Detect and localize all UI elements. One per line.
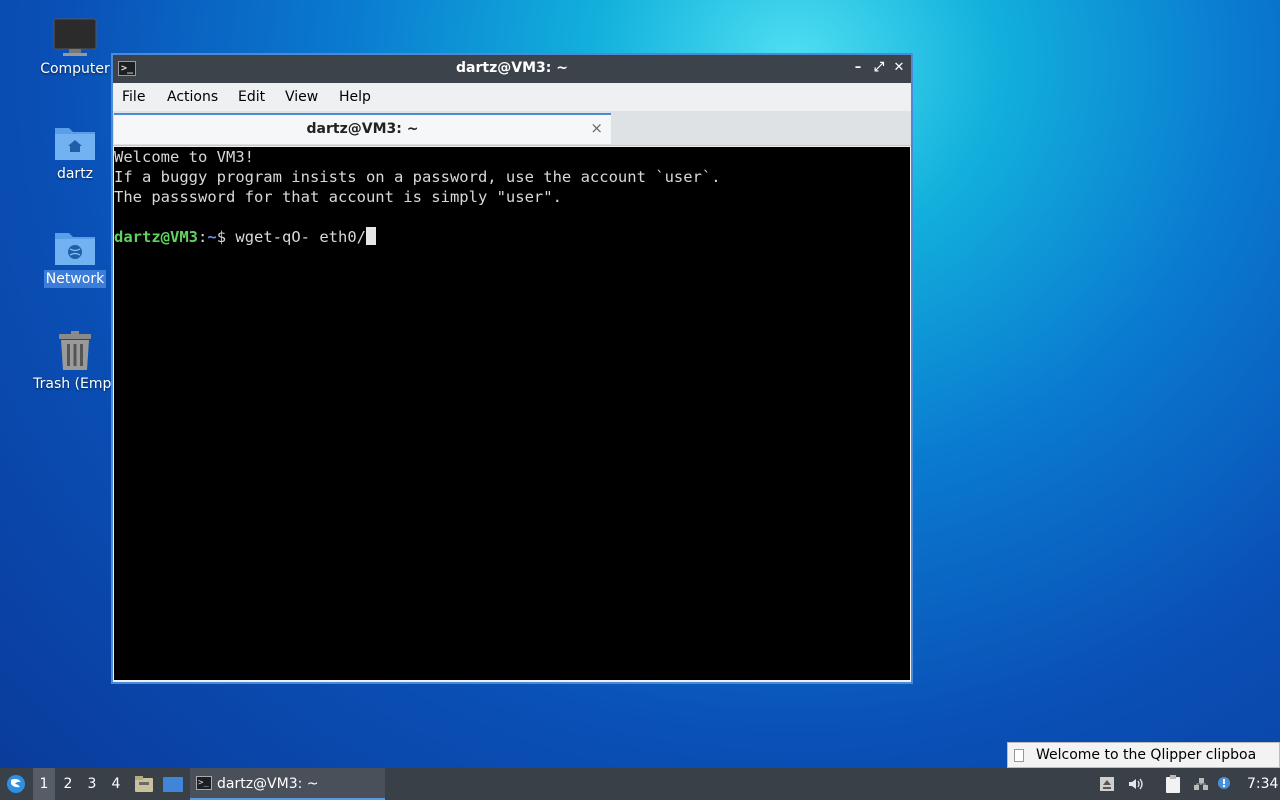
menu-view[interactable]: View — [285, 89, 318, 105]
task-label: dartz@VM3: ~ — [217, 776, 319, 792]
network-tray-icon[interactable] — [1193, 776, 1209, 792]
prompt-symbol: $ — [216, 228, 236, 246]
home-folder-icon — [55, 128, 95, 160]
workspace-3[interactable]: 3 — [81, 768, 103, 800]
terminal-line: The passsword for that account is simply… — [114, 188, 562, 206]
prompt-user: dartz@VM3 — [114, 228, 198, 246]
desktop-icon-computer[interactable]: Computer — [25, 17, 125, 77]
show-desktop-icon[interactable] — [162, 775, 184, 793]
workspace-1[interactable]: 1 — [33, 768, 55, 800]
terminal-output[interactable]: Welcome to VM3! If a buggy program insis… — [114, 147, 910, 680]
menu-help[interactable]: Help — [339, 89, 371, 105]
notification-text: Welcome to the Qlipper clipboa — [1036, 747, 1257, 763]
desktop-icon-label: Network — [43, 270, 107, 288]
menu-file[interactable]: File — [122, 89, 145, 105]
desktop-icon-label: dartz — [56, 166, 94, 182]
terminal-line: Welcome to VM3! — [114, 148, 254, 166]
desktop-icon-label: Computer — [40, 61, 110, 77]
window-title: dartz@VM3: ~ — [456, 60, 568, 76]
tab-terminal[interactable]: dartz@VM3: ~ × — [114, 113, 611, 144]
start-menu-icon[interactable] — [6, 774, 26, 794]
eject-icon[interactable] — [1099, 776, 1115, 792]
network-folder-icon — [55, 233, 95, 265]
clock[interactable]: 7:34 — [1247, 768, 1278, 800]
prompt-separator: : — [198, 228, 208, 246]
file-manager-icon[interactable] — [134, 775, 154, 793]
desktop-icon-trash[interactable]: Trash (Empt — [25, 330, 125, 392]
update-notifier-icon[interactable] — [1216, 776, 1232, 792]
desktop-icon-home[interactable]: dartz — [25, 122, 125, 182]
terminal-window: >_ dartz@VM3: ~ – ⤢ ✕ File Actions Edit … — [111, 53, 913, 684]
workspace-2[interactable]: 2 — [57, 768, 79, 800]
minimize-button[interactable]: – — [849, 59, 867, 77]
volume-icon[interactable] — [1127, 776, 1143, 792]
clipboard-notification[interactable]: Welcome to the Qlipper clipboa — [1007, 742, 1280, 768]
text-cursor — [366, 227, 377, 245]
maximize-button[interactable]: ⤢ — [870, 59, 888, 77]
clipboard-icon — [1014, 749, 1024, 762]
tab-label: dartz@VM3: ~ — [306, 121, 419, 137]
taskbar: 1 2 3 4 >_ dartz@VM3: ~ 7:34 — [0, 768, 1280, 800]
trash-icon — [59, 331, 91, 370]
close-button[interactable]: ✕ — [890, 59, 908, 77]
terminal-task-icon: >_ — [196, 776, 212, 790]
prompt-path: ~ — [207, 228, 217, 246]
terminal-line: If a buggy program insists on a password… — [114, 168, 721, 186]
typed-command: wget-qO- eth0/ — [235, 228, 367, 246]
menu-edit[interactable]: Edit — [238, 89, 265, 105]
desktop-icon-label: Trash (Empt — [33, 376, 117, 392]
terminal-prompt-line: dartz@VM3:~$ wget-qO- eth0/ — [114, 227, 910, 247]
window-titlebar[interactable]: >_ dartz@VM3: ~ – ⤢ ✕ — [113, 55, 911, 83]
taskbar-task-terminal[interactable]: >_ dartz@VM3: ~ — [190, 768, 385, 800]
menu-actions[interactable]: Actions — [167, 89, 218, 105]
computer-icon — [53, 18, 97, 56]
menubar: File Actions Edit View Help — [113, 83, 911, 111]
clipboard-tray-icon[interactable] — [1163, 774, 1183, 794]
tab-close-icon[interactable]: × — [590, 119, 603, 137]
workspace-4[interactable]: 4 — [105, 768, 127, 800]
desktop-icon-network[interactable]: Network — [25, 227, 125, 288]
tab-bar: dartz@VM3: ~ × — [113, 111, 911, 146]
